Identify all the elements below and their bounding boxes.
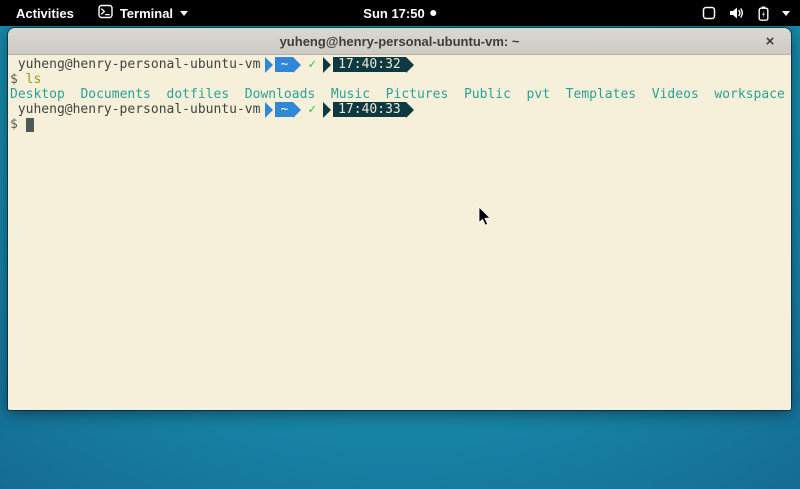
powerline-arrow-icon xyxy=(293,57,301,73)
ls-output-row: Desktop Documents dotfiles Downloads Mus… xyxy=(10,87,791,102)
top-bar: Activities Terminal Sun 17:50 xyxy=(0,0,800,26)
prompt-symbol: $ xyxy=(10,117,18,132)
battery-charging-icon xyxy=(758,6,769,21)
chevron-down-icon xyxy=(782,11,790,16)
prompt-time-segment: 17:40:33 xyxy=(323,102,414,118)
prompt-symbol: $ xyxy=(10,72,18,87)
directory-name: pvt xyxy=(527,87,550,102)
terminal-app-menu[interactable]: Terminal xyxy=(94,2,192,24)
prompt-time: 17:40:33 xyxy=(333,102,406,117)
prompt-line-1: yuheng@henry-personal-ubuntu-vm ~ ✓ 17:4… xyxy=(10,57,791,72)
terminal-content[interactable]: yuheng@henry-personal-ubuntu-vm ~ ✓ 17:4… xyxy=(8,55,791,410)
prompt-path-segment: ~ xyxy=(265,57,301,73)
volume-icon xyxy=(729,6,745,20)
powerline-arrow-icon xyxy=(293,102,301,118)
directory-name: Pictures xyxy=(386,87,449,102)
directory-name: Videos xyxy=(652,87,699,102)
prompt-time-segment: 17:40:32 xyxy=(323,57,414,73)
directory-name: Public xyxy=(464,87,511,102)
close-button[interactable]: × xyxy=(758,28,782,55)
window-title: yuheng@henry-personal-ubuntu-vm: ~ xyxy=(280,34,520,49)
powerline-arrow-icon xyxy=(323,102,331,118)
directory-name: workspace xyxy=(714,87,784,102)
prompt-user-host: yuheng@henry-personal-ubuntu-vm xyxy=(18,102,261,117)
recording-indicator-dot xyxy=(431,10,437,16)
screen-icon xyxy=(702,6,716,20)
prompt-path-segment: ~ xyxy=(265,102,301,118)
prompt-user-host: yuheng@henry-personal-ubuntu-vm xyxy=(18,57,261,72)
activities-button[interactable]: Activities xyxy=(10,4,80,23)
window-titlebar[interactable]: yuheng@henry-personal-ubuntu-vm: ~ × xyxy=(8,28,791,55)
mouse-pointer-icon xyxy=(478,207,492,232)
directory-name: Desktop xyxy=(10,87,65,102)
terminal-window: yuheng@henry-personal-ubuntu-vm: ~ × yuh… xyxy=(8,28,791,410)
chevron-down-icon xyxy=(180,11,188,16)
status-check-icon: ✓ xyxy=(308,57,316,72)
directory-name: Documents xyxy=(80,87,150,102)
prompt-path: ~ xyxy=(275,57,293,72)
status-check-icon: ✓ xyxy=(308,102,316,117)
terminal-cursor xyxy=(26,118,34,132)
prompt-time: 17:40:32 xyxy=(333,57,406,72)
powerline-arrow-icon xyxy=(265,102,273,118)
powerline-arrow-icon xyxy=(406,57,414,73)
prompt-path: ~ xyxy=(275,102,293,117)
system-status-area[interactable] xyxy=(702,0,790,26)
terminal-icon xyxy=(98,4,113,22)
directory-name: dotfiles xyxy=(167,87,230,102)
typed-command: ls xyxy=(26,72,42,87)
directory-name: Templates xyxy=(566,87,636,102)
prompt-line-2: yuheng@henry-personal-ubuntu-vm ~ ✓ 17:4… xyxy=(10,102,791,117)
clock-button[interactable]: Sun 17:50 xyxy=(355,0,444,26)
powerline-arrow-icon xyxy=(265,57,273,73)
powerline-arrow-icon xyxy=(406,102,414,118)
command-line: $ ls xyxy=(10,72,791,87)
directory-name: Music xyxy=(331,87,370,102)
app-menu-label: Terminal xyxy=(120,6,173,21)
clock-label: Sun 17:50 xyxy=(363,6,424,21)
directory-name: Downloads xyxy=(245,87,315,102)
input-line: $ xyxy=(10,117,791,132)
powerline-arrow-icon xyxy=(323,57,331,73)
desktop: Activities Terminal Sun 17:50 xyxy=(0,0,800,489)
